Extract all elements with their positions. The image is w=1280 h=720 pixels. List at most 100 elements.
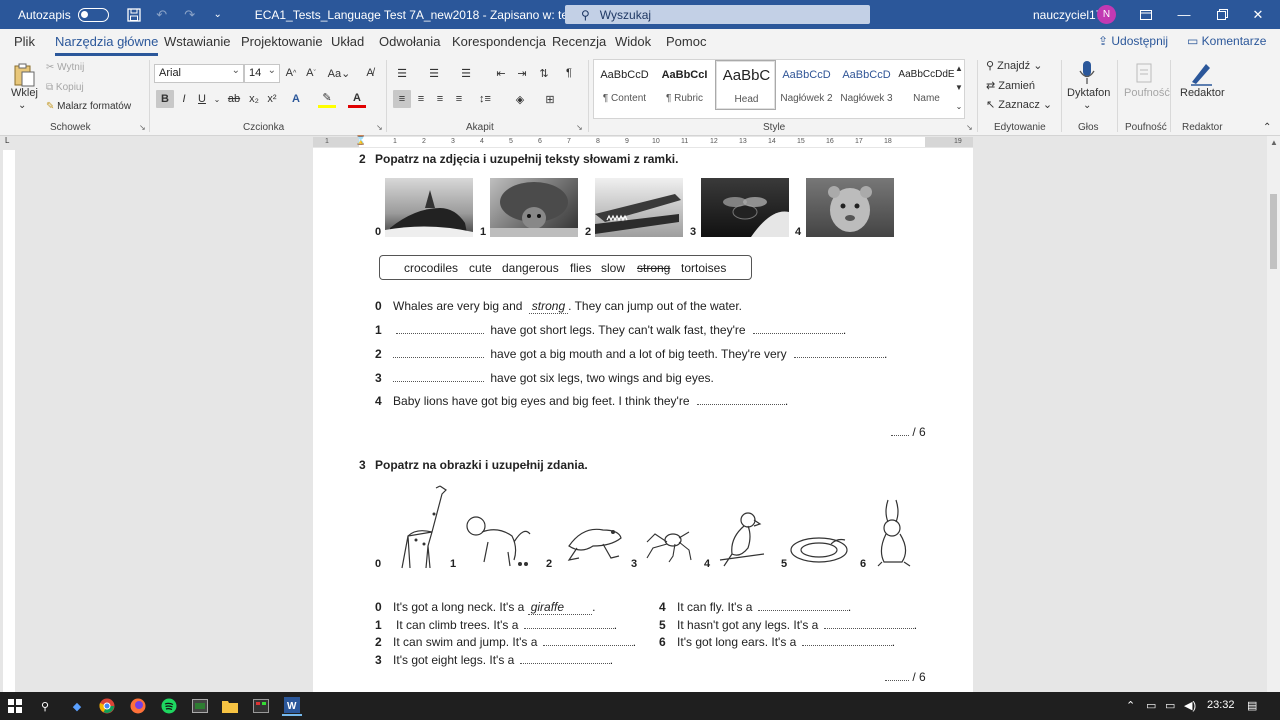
style-heading-3[interactable]: AaBbCcD Nagłówek 3 — [836, 60, 897, 110]
vertical-scrollbar[interactable]: ▲ — [1267, 136, 1280, 692]
editor-icon[interactable] — [1186, 58, 1216, 88]
paste-dropdown-icon[interactable]: ⌄ — [18, 100, 26, 111]
show-formatting-icon[interactable]: ¶ — [560, 64, 578, 82]
volume-icon[interactable]: ◀) — [1184, 699, 1196, 712]
network-icon[interactable]: ▭ — [1165, 699, 1175, 712]
horizontal-ruler[interactable]: 1 ⌛ 1 2 3 4 5 6 7 8 9 10 11 12 13 14 15 … — [313, 135, 973, 147]
find-button[interactable]: ⚲ Znajdź ⌄ — [986, 59, 1042, 72]
microphone-icon[interactable] — [1072, 58, 1102, 88]
styles-scroll-up-icon[interactable]: ▲ — [953, 59, 965, 77]
answer-blank[interactable] — [793, 347, 884, 358]
tab-review[interactable]: Recenzja — [552, 34, 606, 49]
scrollbar-thumb[interactable] — [1270, 194, 1277, 269]
style-heading-2[interactable]: AaBbCcD Nagłówek 2 — [776, 60, 837, 110]
superscript-icon[interactable]: x² — [263, 90, 281, 108]
grow-font-icon[interactable]: A ^ — [282, 64, 300, 82]
vertical-ruler[interactable] — [3, 150, 15, 692]
paragraph-launcher-icon[interactable]: ↘ — [576, 123, 583, 132]
shading-icon[interactable]: ◈ — [511, 90, 529, 108]
firefox-icon[interactable] — [128, 696, 148, 716]
styles-more-icon[interactable]: ⌄ — [953, 97, 965, 115]
align-right-icon[interactable]: ≡ — [431, 90, 449, 108]
style-content[interactable]: AaBbCcD ¶ Content — [594, 60, 655, 110]
underline-dropdown-icon[interactable]: ⌄ — [208, 90, 226, 108]
spotify-icon[interactable] — [159, 696, 179, 716]
autosave-toggle[interactable] — [77, 7, 109, 22]
paste-icon[interactable] — [9, 60, 39, 90]
format-painter-button[interactable]: ✎ Malarz formatów — [46, 101, 131, 112]
tab-file[interactable]: Plik — [14, 34, 35, 49]
answer-blank[interactable] — [396, 323, 485, 334]
borders-icon[interactable]: ⊞ — [541, 90, 559, 108]
select-button[interactable]: ↖ Zaznacz ⌄ — [986, 98, 1052, 111]
taskbar-app-icon[interactable]: ◆ — [67, 696, 87, 716]
answer-blank[interactable] — [696, 394, 785, 405]
ribbon-display-options-icon[interactable] — [1128, 0, 1164, 29]
document-page[interactable]: 2 Popatrz na zdjęcia i uzupełnij teksty … — [313, 148, 973, 692]
close-icon[interactable]: ✕ — [1240, 0, 1276, 29]
score-blank[interactable] — [891, 425, 909, 436]
numbering-icon[interactable]: ☰ — [425, 64, 443, 82]
styles-scroll-down-icon[interactable]: ▼ — [953, 78, 965, 96]
customize-qat-icon[interactable]: ⌄ — [209, 6, 227, 24]
decrease-indent-icon[interactable]: ⇤ — [492, 64, 510, 82]
answer-blank[interactable] — [752, 323, 843, 334]
replace-button[interactable]: ⇄ Zamień — [986, 79, 1035, 92]
copy-button[interactable]: ⧉ Kopiuj — [46, 82, 84, 93]
indent-marker-icon[interactable]: ⌛ — [355, 135, 366, 146]
comments-button[interactable]: ▭ Komentarze — [1187, 34, 1266, 48]
font-color-icon[interactable]: A — [348, 90, 366, 108]
dictate-dropdown-icon[interactable]: ⌄ — [1083, 100, 1091, 111]
shrink-font-icon[interactable]: Aˇ — [302, 64, 320, 82]
cut-button[interactable]: ✂ Wytnij — [46, 62, 84, 73]
start-icon[interactable] — [5, 696, 25, 716]
clock[interactable]: 23:32 — [1207, 699, 1235, 711]
word-taskbar-icon[interactable]: W — [282, 696, 302, 716]
bullets-icon[interactable]: ☰ — [393, 64, 411, 82]
tab-help[interactable]: Pomoc — [666, 34, 706, 49]
answer-blank[interactable] — [823, 618, 914, 629]
justify-icon[interactable]: ≡ — [450, 90, 468, 108]
multilevel-list-icon[interactable]: ☰ — [457, 64, 475, 82]
answer-blank[interactable] — [801, 635, 892, 646]
restore-icon[interactable] — [1204, 0, 1240, 29]
chrome-icon[interactable] — [97, 696, 117, 716]
avatar[interactable]: N — [1097, 5, 1116, 24]
clear-formatting-icon[interactable]: A̸ — [361, 64, 379, 82]
collapse-ribbon-icon[interactable]: ⌃ — [1263, 122, 1271, 133]
tab-design[interactable]: Projektowanie — [241, 34, 323, 49]
tray-overflow-icon[interactable]: ⌃ — [1126, 699, 1135, 712]
taskbar-app-icon[interactable] — [251, 696, 271, 716]
answer-blank[interactable] — [757, 600, 848, 611]
search-input[interactable]: ⚲ Wyszukaj — [565, 5, 870, 24]
style-name-item[interactable]: AaBbCcDdE Name — [896, 60, 957, 110]
file-explorer-icon[interactable] — [220, 696, 240, 716]
redo-icon[interactable]: ↷ — [181, 6, 199, 24]
tab-view[interactable]: Widok — [615, 34, 651, 49]
editor-button[interactable]: Redaktor — [1180, 87, 1225, 99]
taskbar-search-icon[interactable]: ⚲ — [35, 696, 55, 716]
change-case-icon[interactable]: Aa⌄ — [327, 64, 351, 82]
answer-blank[interactable] — [542, 635, 633, 646]
score-blank[interactable] — [885, 670, 909, 681]
minimize-icon[interactable]: — — [1166, 0, 1202, 29]
tab-insert[interactable]: Wstawianie — [164, 34, 230, 49]
answer-blank[interactable] — [393, 347, 485, 358]
scroll-up-icon[interactable]: ▲ — [1270, 138, 1278, 147]
font-size-select[interactable]: 14 — [244, 64, 280, 83]
sensitivity-icon[interactable] — [1130, 58, 1160, 88]
user-name[interactable]: nauczyciel17 — [1033, 8, 1102, 22]
answer-blank[interactable] — [393, 371, 485, 382]
increase-indent-icon[interactable]: ⇥ — [513, 64, 531, 82]
font-launcher-icon[interactable]: ↘ — [376, 123, 383, 132]
sensitivity-button[interactable]: Poufność — [1124, 87, 1170, 99]
paste-button[interactable]: Wklej — [11, 87, 38, 99]
highlight-icon[interactable]: ✎ — [318, 90, 336, 108]
answer-blank[interactable] — [519, 653, 610, 664]
tab-selector-icon[interactable]: L — [5, 136, 9, 145]
tab-home[interactable]: Narzędzia główne — [55, 34, 159, 56]
style-rubric[interactable]: AaBbCcI ¶ Rubric — [654, 60, 715, 110]
clipboard-launcher-icon[interactable]: ↘ — [139, 123, 146, 132]
align-center-icon[interactable]: ≡ — [412, 90, 430, 108]
tray-app-icon[interactable]: ▭ — [1146, 699, 1156, 712]
